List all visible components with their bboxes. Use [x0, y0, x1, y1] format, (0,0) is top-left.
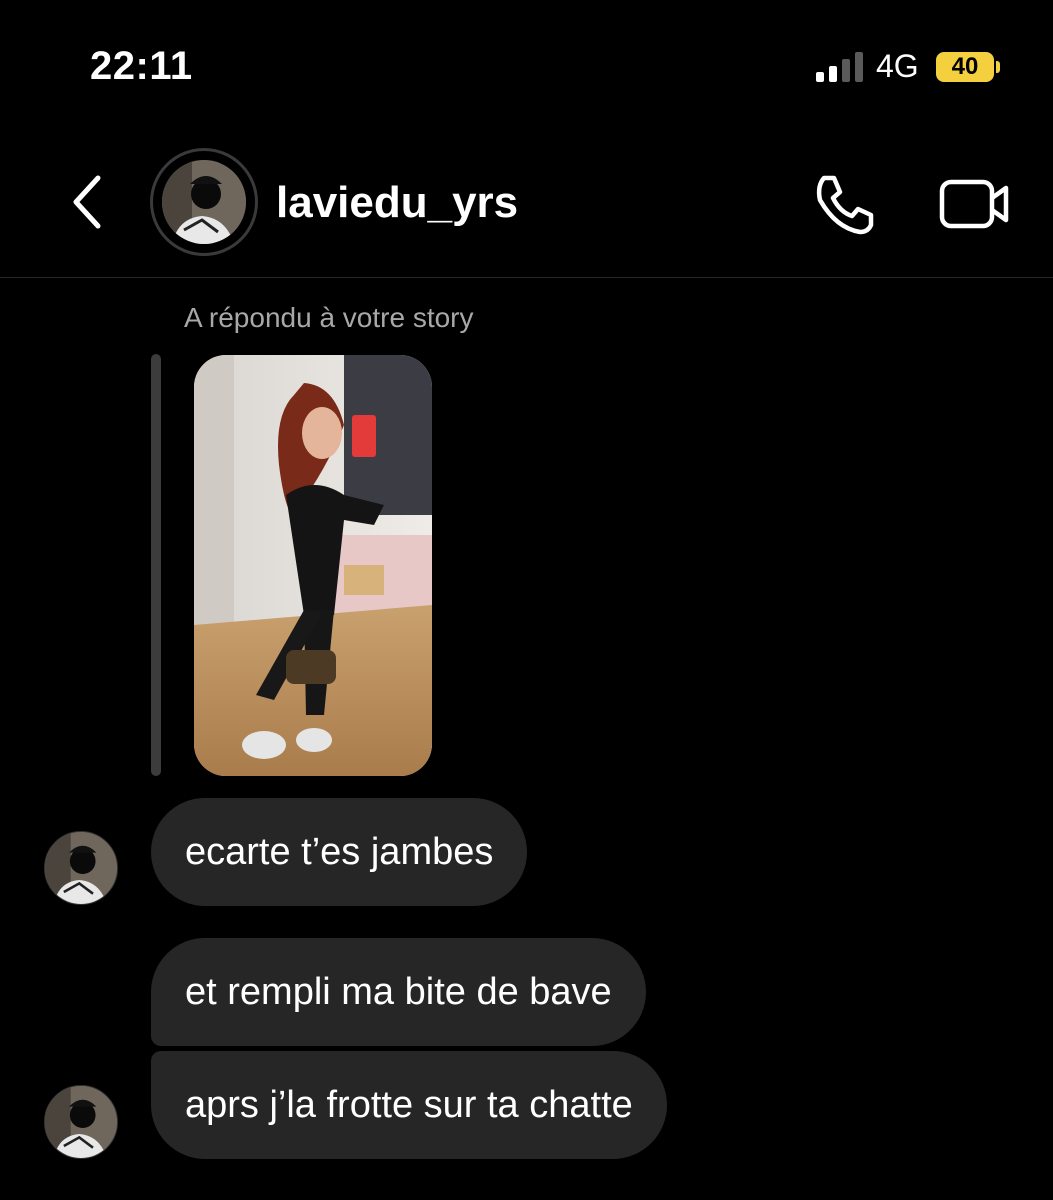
message-bubble[interactable]: aprs j’la frotte sur ta chatte — [151, 1051, 667, 1159]
audio-call-button[interactable] — [810, 170, 878, 238]
battery-indicator: 40 — [936, 52, 994, 82]
chevron-left-icon — [73, 175, 101, 229]
header-divider — [0, 277, 1053, 278]
story-reply-label: A répondu à votre story — [184, 302, 474, 333]
message-bubble[interactable]: ecarte t’es jambes — [151, 798, 528, 906]
video-call-button[interactable] — [936, 172, 1016, 236]
signal-strength-icon — [816, 52, 864, 82]
back-button[interactable] — [68, 172, 108, 232]
story-thumbnail[interactable] — [194, 355, 432, 776]
network-type: 4G — [876, 48, 919, 84]
battery-tip — [996, 61, 1000, 73]
avatar[interactable] — [162, 160, 246, 244]
sender-avatar[interactable] — [44, 831, 118, 905]
sender-avatar[interactable] — [44, 1085, 118, 1159]
message-bubble[interactable]: et rempli ma bite de bave — [151, 938, 646, 1046]
video-camera-icon — [939, 179, 1009, 229]
status-time: 22:11 — [90, 44, 193, 88]
story-quote-bar — [151, 354, 161, 776]
conversation-username[interactable]: laviedu_yrs — [276, 178, 518, 228]
phone-icon — [816, 175, 874, 235]
